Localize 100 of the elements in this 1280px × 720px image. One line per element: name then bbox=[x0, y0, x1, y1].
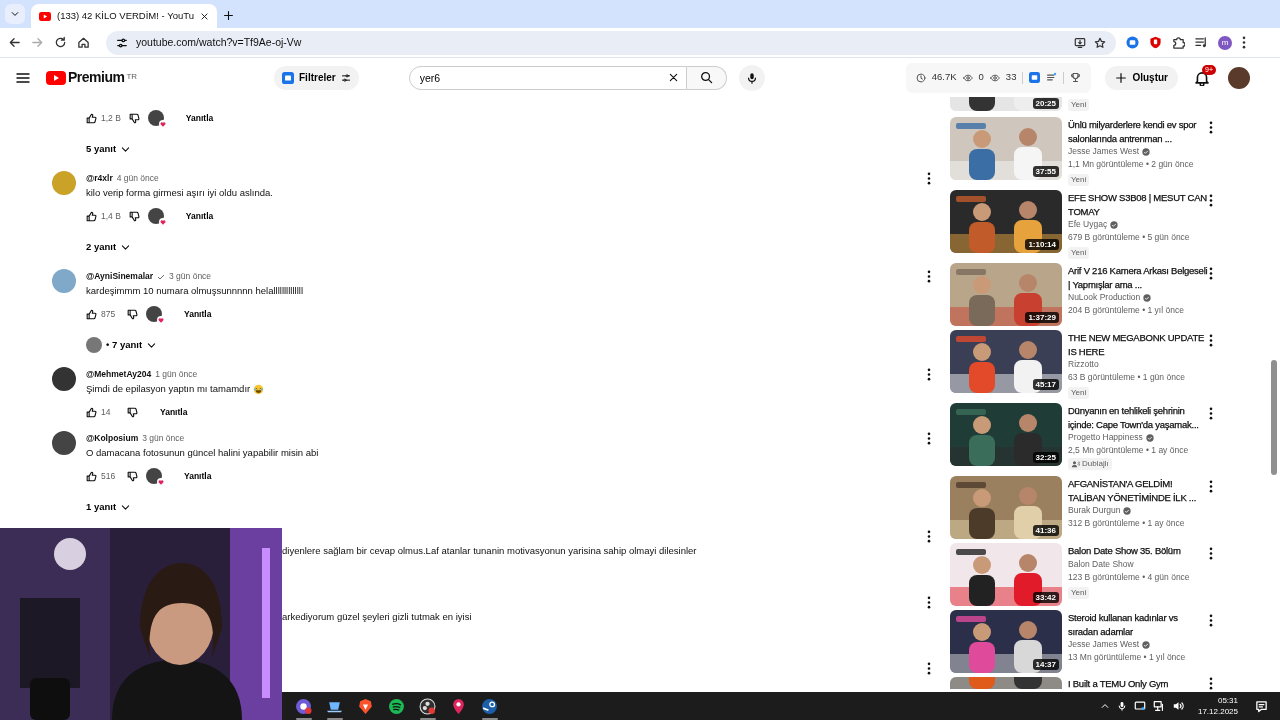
dislike-icon[interactable] bbox=[128, 210, 140, 222]
more-actions-icon[interactable] bbox=[1209, 267, 1213, 280]
more-actions-icon[interactable] bbox=[927, 596, 931, 609]
more-actions-icon[interactable] bbox=[927, 172, 931, 185]
more-actions-icon[interactable] bbox=[1209, 407, 1213, 420]
screen-icon[interactable] bbox=[1133, 700, 1146, 712]
user-avatar[interactable] bbox=[52, 431, 76, 455]
more-actions-icon[interactable] bbox=[1209, 547, 1213, 560]
channel-name[interactable]: Progetto Happiness bbox=[1068, 431, 1143, 444]
channel-name[interactable]: Jesse James West bbox=[1068, 145, 1140, 158]
media-icon[interactable] bbox=[1195, 36, 1208, 49]
reply-button[interactable]: Yanıtla bbox=[176, 303, 220, 325]
create-button[interactable]: Oluştur bbox=[1105, 65, 1178, 90]
voice-search-button[interactable] bbox=[738, 64, 765, 91]
dislike-icon[interactable] bbox=[127, 406, 138, 418]
reply-button[interactable]: Yanıtla bbox=[177, 205, 222, 227]
reply-button[interactable]: Yanıtla bbox=[152, 401, 196, 423]
like-icon[interactable] bbox=[86, 308, 97, 320]
replies-toggle[interactable]: 2 yanıt bbox=[86, 236, 132, 258]
comment-time[interactable]: 1 gün önce bbox=[155, 368, 198, 381]
channel-name[interactable]: NuLook Production bbox=[1068, 291, 1141, 304]
volume-icon[interactable] bbox=[1171, 700, 1185, 712]
channel-name[interactable]: Rizzotto bbox=[1068, 358, 1099, 371]
more-actions-icon[interactable] bbox=[927, 662, 931, 675]
dislike-icon[interactable] bbox=[128, 112, 140, 124]
user-avatar[interactable] bbox=[1228, 66, 1250, 89]
replies-toggle[interactable]: • 7 yanıt bbox=[86, 334, 158, 356]
lion-icon[interactable] bbox=[357, 697, 374, 715]
more-actions-icon[interactable] bbox=[1209, 194, 1213, 207]
comment-author[interactable]: @r4xlr bbox=[86, 172, 113, 185]
profile-avatar[interactable]: m bbox=[1218, 35, 1232, 50]
more-actions-icon[interactable] bbox=[1209, 334, 1213, 347]
browser-tab[interactable]: (133) 42 KİLO VERDİM! - YouTu bbox=[31, 4, 217, 28]
video-title[interactable]: THE NEW MEGABONK UPDATE IS HERE bbox=[1068, 331, 1209, 358]
video-title[interactable]: Steroid kullanan kadınlar vs sıradan adamlar bbox=[1068, 611, 1209, 638]
app-icon[interactable] bbox=[295, 697, 312, 715]
chevron-up-icon[interactable] bbox=[1099, 701, 1110, 711]
search-button[interactable] bbox=[686, 65, 727, 90]
network-icon[interactable] bbox=[1152, 700, 1165, 712]
video-title[interactable]: AFGANİSTAN'A GELDİM! TALİBAN YÖNETİMİNDE İLK ... bbox=[1068, 477, 1209, 504]
more-actions-icon[interactable] bbox=[1209, 614, 1213, 627]
address-bar[interactable]: youtube.com/watch?v=Tf9Ae-oj-Vw bbox=[106, 30, 1116, 55]
more-actions-icon[interactable] bbox=[927, 530, 931, 543]
like-icon[interactable] bbox=[86, 470, 97, 482]
video-title[interactable]: Ünlü milyarderlere kendi ev spor salonlarında antrenman ... bbox=[1068, 118, 1209, 145]
logo-text[interactable]: Premium bbox=[68, 67, 125, 88]
mic-icon[interactable] bbox=[1116, 700, 1127, 712]
dislike-icon[interactable] bbox=[127, 470, 138, 482]
comment-author[interactable]: @MehmetAy204 bbox=[86, 368, 152, 381]
clear-icon[interactable] bbox=[667, 72, 679, 83]
menu-icon[interactable] bbox=[16, 70, 30, 85]
notification-center-icon[interactable] bbox=[1255, 699, 1268, 713]
like-icon[interactable] bbox=[86, 210, 97, 222]
list-icon[interactable] bbox=[1046, 72, 1058, 83]
site-settings-icon[interactable] bbox=[116, 36, 128, 49]
user-avatar[interactable] bbox=[52, 367, 76, 391]
back-icon[interactable] bbox=[8, 36, 21, 49]
like-icon[interactable] bbox=[86, 406, 97, 418]
video-title[interactable]: Balon Date Show 35. Bölüm bbox=[1068, 544, 1209, 558]
replies-toggle[interactable]: 5 yanıt bbox=[86, 138, 132, 160]
new-tab-icon[interactable] bbox=[222, 10, 234, 21]
close-icon[interactable] bbox=[199, 11, 209, 21]
install-icon[interactable] bbox=[1074, 36, 1086, 49]
reply-button[interactable]: Yanıtla bbox=[177, 107, 222, 129]
channel-name[interactable]: Efe Uygaç bbox=[1068, 218, 1108, 231]
search-field[interactable]: yer6 bbox=[408, 65, 687, 90]
puzzle-icon[interactable] bbox=[1172, 36, 1185, 49]
more-actions-icon[interactable] bbox=[927, 270, 931, 283]
dislike-icon[interactable] bbox=[127, 308, 138, 320]
location-pin-icon[interactable] bbox=[450, 697, 467, 715]
filters-button[interactable]: Filtreler bbox=[274, 65, 359, 90]
more-actions-icon[interactable] bbox=[1209, 677, 1213, 690]
more-actions-icon[interactable] bbox=[1209, 121, 1213, 134]
like-icon[interactable] bbox=[86, 112, 97, 124]
comment-time[interactable]: 4 gün önce bbox=[116, 172, 159, 185]
steam-icon[interactable] bbox=[481, 697, 498, 715]
video-title[interactable]: Dünyanın en tehlikeli şehrinin içinde: Cape Town'da yaşamak... bbox=[1068, 404, 1209, 431]
bookmark-star-icon[interactable] bbox=[1094, 36, 1106, 49]
channel-name[interactable]: Burak Durgun bbox=[1068, 504, 1121, 517]
extension-icon[interactable] bbox=[1126, 36, 1139, 49]
replies-toggle[interactable]: 1 yanıt bbox=[86, 496, 132, 518]
reply-button[interactable]: Yanıtla bbox=[176, 465, 220, 487]
tab-list-button[interactable] bbox=[5, 4, 25, 24]
more-actions-icon[interactable] bbox=[1209, 480, 1213, 493]
comment-author[interactable]: @AyniSinemalar bbox=[86, 270, 154, 283]
channel-name[interactable]: Jesse James West bbox=[1068, 638, 1140, 651]
video-title[interactable]: I Built a TEMU Only Gym bbox=[1068, 677, 1209, 691]
record-icon[interactable] bbox=[419, 697, 436, 715]
trophy-icon[interactable] bbox=[1070, 72, 1082, 83]
more-icon[interactable] bbox=[1242, 36, 1246, 49]
more-actions-icon[interactable] bbox=[927, 432, 931, 445]
reload-icon[interactable] bbox=[54, 36, 67, 49]
more-actions-icon[interactable] bbox=[927, 368, 931, 381]
video-title[interactable]: Arif V 216 Kamera Arkası Belgeseli | Yapmışlar ama ... bbox=[1068, 264, 1209, 291]
comment-author[interactable]: @Kolposium bbox=[86, 432, 139, 445]
video-title[interactable]: EFE SHOW S3B08 | MESUT CAN TOMAY bbox=[1068, 191, 1209, 218]
scrollbar-thumb[interactable] bbox=[1271, 360, 1277, 475]
youtube-logo-icon[interactable] bbox=[46, 70, 66, 85]
channel-name[interactable]: Balon Date Show bbox=[1068, 557, 1134, 571]
comment-time[interactable]: 3 gün önce bbox=[169, 270, 212, 283]
